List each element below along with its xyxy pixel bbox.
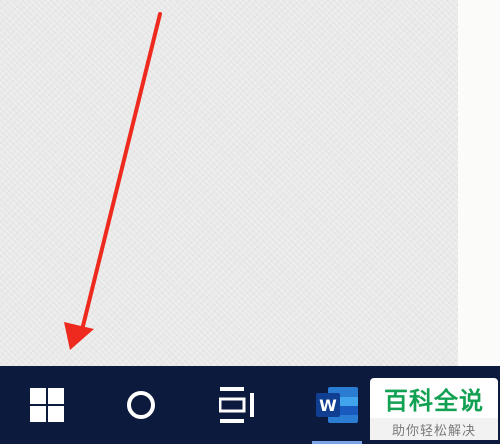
word-icon: W	[316, 387, 358, 423]
watermark-subtitle: 助你轻松解决	[391, 423, 476, 439]
task-view-icon	[219, 387, 254, 423]
watermark-bottom: 助你轻松解决	[370, 418, 498, 440]
windows-logo-icon	[30, 388, 64, 422]
watermark-logo: 百科全说 助你轻松解决	[370, 378, 498, 440]
word-icon-letter: W	[319, 396, 337, 415]
watermark-title: 百科全说	[384, 386, 484, 415]
watermark-top: 百科全说	[370, 378, 498, 418]
task-view-button[interactable]	[207, 366, 269, 444]
search-button[interactable]	[110, 366, 172, 444]
word-app-button[interactable]: W	[306, 366, 368, 444]
desktop-background	[0, 0, 500, 366]
start-button[interactable]	[16, 366, 78, 444]
cortana-circle-icon	[127, 391, 155, 419]
window-edge	[458, 0, 500, 366]
